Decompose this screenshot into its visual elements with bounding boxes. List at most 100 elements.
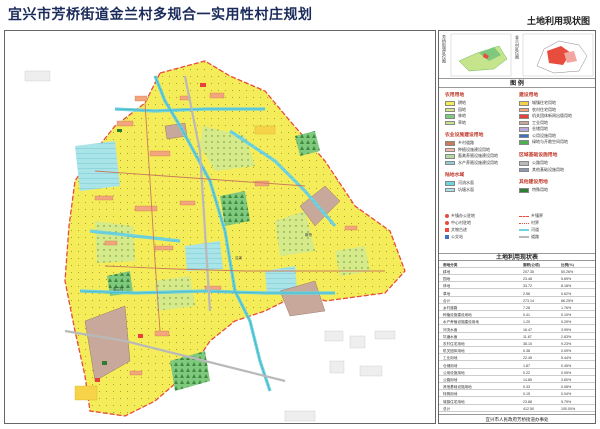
table-col-header: 面积(公顷) (523, 263, 540, 267)
table-cell-pct: 5.69% (561, 277, 572, 282)
location-box: 芳桥街道区位图 金兰村区位图 (439, 31, 595, 79)
heritage-marker-icon (445, 228, 449, 232)
legend-item-label: 种植设施建设用地 (458, 146, 490, 152)
map-label-village-3: 新桥 (305, 232, 313, 237)
table-cell-area: 14.85 (523, 378, 532, 382)
table-row: 种植设施建设用地 0.41 0.10% (439, 312, 595, 319)
table-cell-area: 11.67 (523, 334, 532, 339)
legend-swatch (519, 114, 529, 119)
table-row: 水产养殖设施建设用地 1.20 0.29% (439, 319, 595, 326)
table-cell-pct: 0.45% (561, 363, 572, 368)
table-row: 公路用地 14.85 3.60% (439, 377, 595, 383)
legend-swatch (519, 133, 529, 138)
town-boundary-icon (519, 215, 529, 217)
legend-item-label: 农村住宅用地 (532, 106, 556, 112)
symbol-item: 公交站 (445, 234, 463, 240)
table-cell-name: 机关团体用地 (443, 349, 465, 354)
table-heading-text: 土地利用现状表 (495, 255, 538, 261)
table-cell-area: 0.33 (523, 385, 530, 390)
table-row: 坑塘水面 11.67 2.83% (439, 334, 595, 340)
legend-swatch (445, 181, 455, 186)
table-cell-name: 其他基础设施用地 (443, 385, 472, 390)
symbol-item: 道路 (519, 234, 539, 240)
symbol-legend: 乡镇办公驻地 中心村驻地 文物古迹 公交站 乡镇界 村界 河道 道路 (439, 211, 595, 251)
table-cell-pct: 2.83% (561, 334, 572, 339)
symbol-label: 文物古迹 (451, 227, 467, 232)
symbol-label: 中心村驻地 (451, 220, 471, 225)
table-cell-area: 0.15 (523, 392, 530, 397)
legend-swatch (445, 154, 455, 159)
table-row: 合计 273.14 66.25% (439, 298, 595, 304)
legend-swatch (519, 120, 529, 125)
legend-group-facilities: 农业设施建设用地 乡村道路 种植设施建设用地 畜禽养殖设施建设用地 水产养殖设施… (445, 131, 498, 166)
legend-item: 草地 (445, 120, 466, 127)
legend-swatch (445, 101, 455, 106)
legend-item-label: 河流水面 (458, 180, 474, 186)
table-row: 公用设施用地 0.22 0.05% (439, 370, 595, 376)
symbol-item: 村界 (519, 220, 539, 226)
table-heading: 土地利用现状表 (439, 253, 595, 261)
table-cell-pct: 50.26% (561, 270, 574, 274)
legend-item-label: 工业用地 (532, 119, 548, 125)
table-cell-area: 23.88 (523, 399, 532, 404)
table-cell-pct: 5.44% (561, 356, 572, 361)
table-cell-area: 33.72 (523, 284, 532, 289)
table-row: 机关团体用地 0.38 0.09% (439, 348, 595, 355)
map-frame[interactable]: 金兰村 沿溪 新桥 (4, 30, 436, 424)
legend-item-label: 公用设施用地 (532, 132, 556, 138)
legend-group-title: 陆地水域 (445, 173, 465, 178)
table-cell-name: 河流水面 (443, 327, 458, 332)
map-label-village-1: 金兰村 (113, 286, 124, 291)
symbol-label: 乡镇界 (531, 213, 543, 218)
table-row: 耕地 207.35 50.26% (439, 269, 595, 275)
bus-stop-icon (445, 235, 449, 239)
table-cell-pct: 0.10% (561, 313, 572, 318)
legend-item-label: 林地 (458, 113, 466, 119)
legend-item-label: 畜禽养殖设施建设用地 (458, 153, 498, 159)
legend-swatch (519, 107, 529, 112)
legend-item-label: 其他基础设施用地 (532, 166, 564, 172)
legend-group-agri: 农用用地 耕地 园地 林地 草地 (445, 91, 466, 126)
table-row: 城镇住宅用地 23.88 5.79% (439, 399, 595, 405)
table-cell-pct: 0.09% (561, 349, 572, 354)
legend-swatch (445, 107, 455, 112)
table-cell-area: 273.14 (523, 298, 534, 303)
legend-item-label: 水产养殖设施建设用地 (458, 159, 498, 165)
table-cell-area: 1.20 (523, 320, 530, 325)
legend-item-label: 耕地 (458, 100, 466, 106)
location-label-right: 金兰村区位图 (515, 35, 520, 59)
symbol-label: 道路 (531, 234, 539, 239)
table-cell-area: 2.56 (523, 291, 530, 296)
legend-item-label: 乡村道路 (458, 140, 474, 146)
symbol-label: 河道 (531, 227, 539, 232)
symbol-item: 河道 (519, 227, 539, 233)
legend-swatch (519, 127, 529, 132)
center-village-marker-icon (445, 221, 449, 225)
title-bar: 宜兴市芳桥街道金兰村多规合一实用性村庄规划 土地利用现状图 (0, 0, 600, 30)
legend-item-label: 特殊用地 (532, 187, 548, 193)
right-panel: 芳桥街道区位图 金兰村区位图 图 例 农用用地 耕地 园地 林地 草地 农业设施… (438, 30, 596, 424)
legend-swatch (445, 187, 455, 192)
symbol-label: 公交站 (451, 234, 463, 239)
table-cell-area: 412.50 (523, 406, 534, 411)
page-title: 宜兴市芳桥街道金兰村多规合一实用性村庄规划 (8, 6, 313, 22)
table-cell-area: 23.48 (523, 277, 532, 282)
table-row: 乡村道路 7.28 1.76% (439, 305, 595, 311)
legend-group-other: 其他建设用地 特殊用地 (519, 178, 548, 194)
legend-item-label: 机关团体新闻出版用地 (532, 113, 572, 119)
land-use-map[interactable]: 金兰村 沿溪 新桥 (5, 31, 436, 424)
legend-group-title: 农业设施建设用地 (445, 133, 484, 138)
road-icon (519, 236, 529, 238)
table-cell-pct: 8.18% (561, 284, 572, 289)
table-cell-area: 0.22 (523, 370, 530, 375)
legend-swatch (445, 114, 455, 119)
table-row: 河流水面 16.47 3.99% (439, 327, 595, 333)
table-cell-name: 公路用地 (443, 378, 458, 382)
legend-heading: 图 例 (439, 80, 595, 88)
table-cell-name: 乡村道路 (443, 306, 458, 310)
table-cell-name: 合计 (443, 298, 451, 303)
land-use-table: 用地分类 面积(公顷) 比例(%) 耕地 207.35 50.26% 园地 23.48 5… (439, 262, 595, 414)
table-cell-pct: 0.08% (561, 385, 572, 390)
table-cell-name: 农村住宅用地 (443, 342, 465, 346)
location-label-left: 芳桥街道区位图 (442, 35, 447, 63)
